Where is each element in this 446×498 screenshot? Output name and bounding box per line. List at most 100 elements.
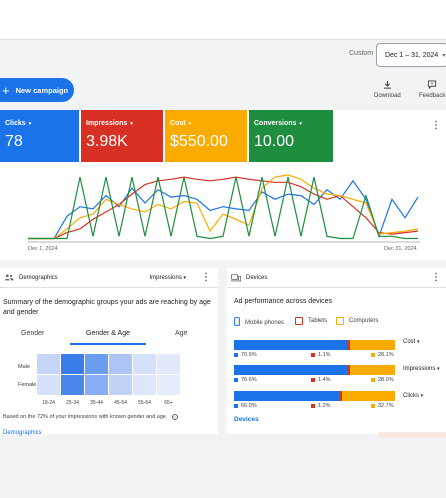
heatmap-cell[interactable] [109,375,132,395]
legend-label: Mobile phones [245,319,285,326]
devices-link[interactable]: Devices [234,416,259,423]
metric-dropdown[interactable]: Impressions ▾ [149,275,186,281]
scorecard-value: 10.00 [254,133,295,150]
bar-segment-computer [349,365,395,375]
legend-label: Computers [349,318,379,324]
chevron-down-icon: ▾ [437,366,440,372]
heatmap-cell[interactable] [133,354,156,374]
footnote-text: Based on the 72% of your impressions wit… [3,414,168,420]
demographics-footnote: Based on the 72% of your impressions wit… [3,414,178,420]
download-label: Download [374,93,401,99]
bar-metric-label: Impressions [403,366,436,372]
bar-segment-computer [342,391,395,401]
heatmap-cell[interactable] [37,354,60,374]
demographics-link[interactable]: Demographics [3,430,42,436]
bar-segment-computer [349,340,395,350]
chevron-down-icon: ▾ [28,120,32,127]
devices-icon [231,273,241,282]
heatmap-cell[interactable] [37,375,60,395]
decorative-corner [378,432,446,438]
more-options-icon[interactable]: ⋮ [431,272,441,283]
chevron-down-icon: ▾ [183,275,186,281]
top-bar [0,0,446,40]
heatmap-cell[interactable] [61,375,84,395]
download-button[interactable]: Download [374,80,401,99]
demographics-title: Demographics [19,274,58,281]
feedback-button[interactable]: Feedback [419,80,445,99]
bar-metric-label: Cost [403,339,416,345]
pct-computer: 28.1% [371,352,394,358]
pct-tablet: 1.4% [311,377,331,383]
metric-dropdown-label: Impressions [149,275,182,281]
tablet-icon [295,317,303,325]
age-label: 35-44 [90,400,103,406]
plus-icon: + [2,82,10,98]
series-line-clicks [28,179,419,240]
chevron-down-icon: ▾ [420,393,424,399]
scorecard-label: Cost [170,120,186,127]
computer-icon [336,317,344,325]
series-line-conversions [28,176,418,240]
bar-metric-dropdown[interactable]: Clicks ▾ [403,393,423,399]
x-axis-start-label: Dec 1, 2024 [28,246,58,252]
new-campaign-button[interactable]: + New campaign [0,78,74,102]
chevron-down-icon: ▾ [417,339,420,345]
new-campaign-label: New campaign [15,85,69,95]
date-range-picker[interactable]: Dec 1 – 31, 2024 ▾ [376,43,446,67]
more-options-icon[interactable]: ⋮ [431,120,441,131]
scorecard-value: $550.00 [170,133,228,150]
date-range-value: Dec 1 – 31, 2024 [385,51,439,59]
tab-gender[interactable]: Gender [21,330,44,337]
pct-computer: 32.7% [371,403,394,409]
heatmap-cell[interactable] [109,354,132,374]
more-options-icon[interactable]: ⋮ [201,272,211,283]
scorecard-label: Conversions [254,120,297,127]
age-label: 65+ [164,400,173,406]
bar-metric-dropdown[interactable]: Impressions ▾ [403,366,440,372]
heatmap-cell[interactable] [85,375,108,395]
bar-metric-dropdown[interactable]: Cost ▾ [403,339,420,345]
bar-segment-mobile [234,365,348,375]
heatmap-cell[interactable] [157,375,180,395]
heatmap-cell[interactable] [85,354,108,374]
demographics-card: Demographics Impressions ▾ ⋮ Summary of … [0,268,218,436]
scorecard-label: Impressions [86,120,128,127]
scorecard-value: 3.98K [86,133,128,150]
age-label: 25-34 [66,400,79,406]
age-label: 18-24 [42,400,55,406]
legend-tablets: Tablets [295,317,327,325]
scorecard-conversions[interactable]: Conversions ▾ 10.00 [249,110,333,162]
demographics-summary: Summary of the demographic groups your a… [3,299,211,316]
tab-age[interactable]: Age [175,330,187,337]
scorecard-cost[interactable]: Cost ▾ $550.00 [165,110,247,162]
device-bar [234,391,395,401]
bar-segment-mobile [234,391,341,401]
feedback-icon [428,80,437,89]
device-bar [234,365,395,375]
pct-mobile: 66.0% [234,403,257,409]
tab-gender-age[interactable]: Gender & Age [86,330,130,337]
line-chart [28,174,420,243]
demographics-tabs: Gender Gender & Age Age [0,328,218,345]
devices-title: Devices [246,274,268,281]
bar-segment-mobile [234,340,349,350]
bar-metric-label: Clicks [403,393,419,399]
pct-mobile: 70.6% [234,377,257,383]
scorecard-clicks[interactable]: Clicks ▾ 78 [0,110,79,162]
mobile-phone-icon [234,317,240,328]
feedback-label: Feedback [419,93,446,99]
chevron-down-icon: ▾ [442,52,446,59]
heatmap-cell[interactable] [157,354,180,374]
devices-header: Devices [227,268,446,288]
download-icon [383,80,391,89]
legend-mobile: Mobile phones [234,317,284,328]
pct-computer: 28.0% [371,377,394,383]
help-icon[interactable]: ? [171,414,178,420]
devices-card: Devices ⋮ Ad performance across devices … [227,268,446,434]
device-bar [234,340,395,350]
chevron-down-icon: ▾ [188,120,192,127]
heatmap-cell[interactable] [61,354,84,374]
heatmap-cell[interactable] [133,375,156,395]
scorecard-impressions[interactable]: Impressions ▾ 3.98K [81,110,163,162]
legend-computers: Computers [336,317,378,325]
